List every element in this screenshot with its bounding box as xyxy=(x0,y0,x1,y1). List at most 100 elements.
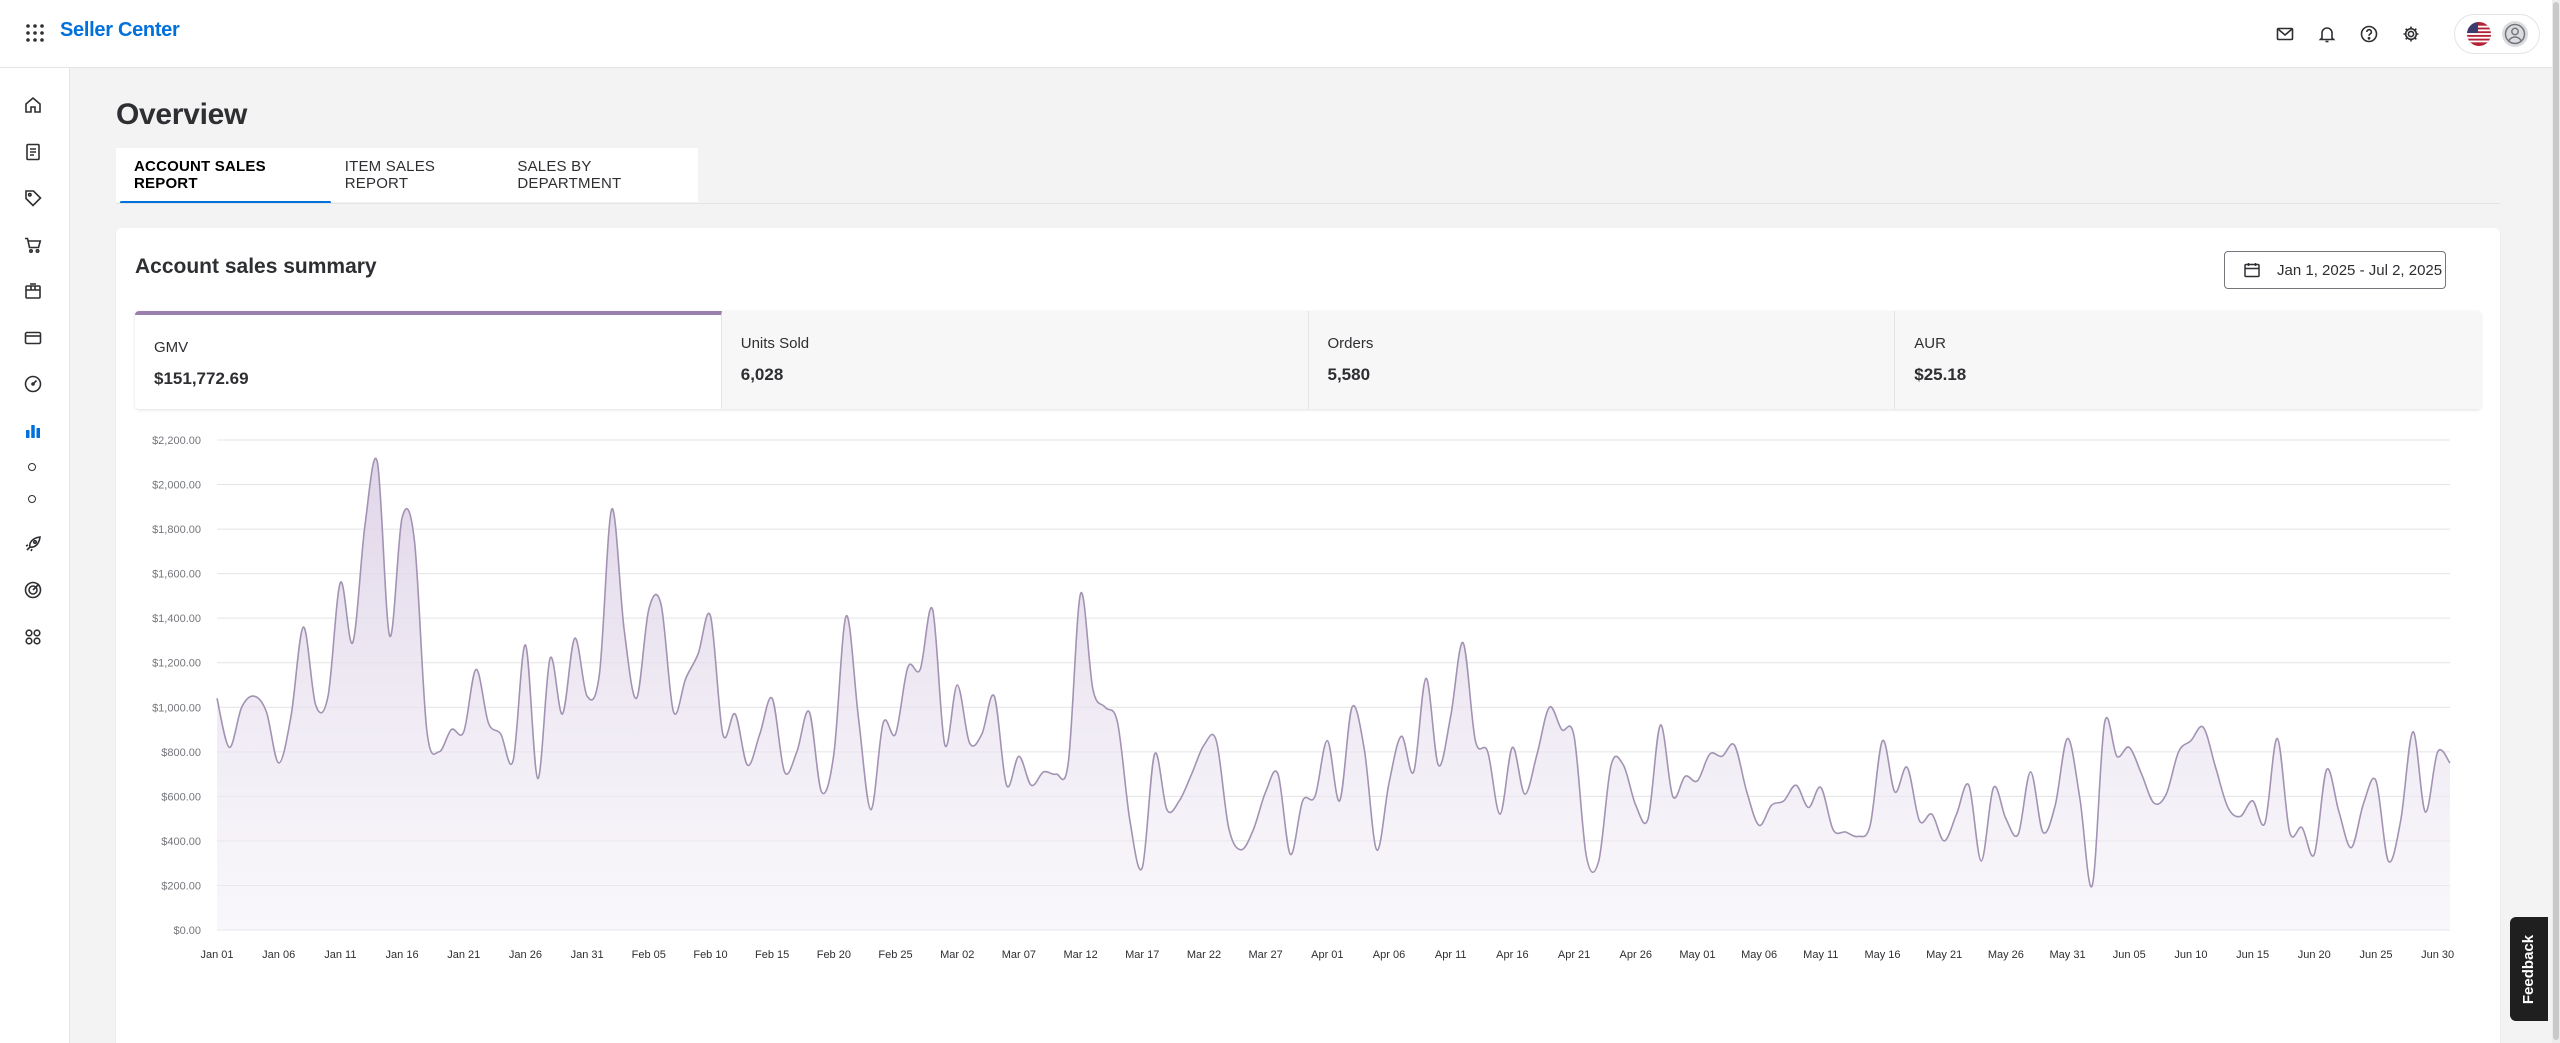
mail-icon[interactable] xyxy=(2264,14,2306,54)
y-tick-label: $1,800.00 xyxy=(152,524,201,536)
sub-nav-item[interactable] xyxy=(28,463,36,471)
x-tick-label: Jan 06 xyxy=(262,949,295,961)
y-tick-label: $1,000.00 xyxy=(152,702,201,714)
x-tick-label: Mar 12 xyxy=(1063,949,1097,961)
date-range-picker[interactable]: Jan 1, 2025 - Jul 2, 2025 xyxy=(2224,251,2446,289)
x-tick-label: May 06 xyxy=(1741,949,1777,961)
account-menu[interactable] xyxy=(2454,14,2540,54)
tag-icon[interactable] xyxy=(20,185,46,211)
user-avatar-icon xyxy=(2501,21,2528,47)
x-tick-label: Mar 27 xyxy=(1249,949,1283,961)
x-tick-label: Jan 16 xyxy=(386,949,419,961)
x-tick-label: Feb 20 xyxy=(817,949,851,961)
y-tick-label: $0.00 xyxy=(173,925,201,937)
x-tick-label: May 16 xyxy=(1864,949,1900,961)
x-tick-label: Apr 21 xyxy=(1558,949,1590,961)
metric-label: Units Sold xyxy=(740,335,810,352)
tab-sales-by-department[interactable]: SALES BY DEPARTMENT xyxy=(503,148,698,202)
tab-item-sales-report[interactable]: ITEM SALES REPORT xyxy=(331,148,504,202)
x-tick-label: Mar 02 xyxy=(940,949,974,961)
x-tick-label: Mar 22 xyxy=(1187,949,1221,961)
x-tick-label: Jan 21 xyxy=(447,949,480,961)
y-tick-label: $800.00 xyxy=(161,747,201,759)
x-tick-label: May 26 xyxy=(1988,949,2024,961)
x-tick-label: Jan 26 xyxy=(509,949,542,961)
brand-logo[interactable]: Seller Center xyxy=(60,19,180,42)
metric-tile-units-sold[interactable]: Units Sold 6,028 xyxy=(721,311,1309,409)
card-icon[interactable] xyxy=(20,325,46,351)
summary-title: Account sales summary xyxy=(135,255,377,278)
account-sales-summary-card: Account sales summary Jan 1, 2025 - Jul … xyxy=(116,228,2500,1043)
x-tick-label: Jun 10 xyxy=(2174,949,2207,961)
page-title: Overview xyxy=(116,98,248,131)
cart-icon[interactable] xyxy=(20,232,46,258)
metric-label: GMV xyxy=(154,339,189,356)
tabs-divider xyxy=(116,203,2500,204)
x-tick-label: Jan 31 xyxy=(571,949,604,961)
x-tick-label: Feb 10 xyxy=(693,949,727,961)
x-tick-label: Feb 15 xyxy=(755,949,789,961)
x-tick-label: Jun 15 xyxy=(2236,949,2269,961)
x-tick-label: May 31 xyxy=(2050,949,2086,961)
gmv-area-chart[interactable]: $0.00 $200.00 $400.00 $600.00 $800.00 $1,000.… xyxy=(116,423,2500,983)
box-icon[interactable] xyxy=(20,278,46,304)
x-tick-label: May 21 xyxy=(1926,949,1962,961)
y-axis-ticks: $0.00 $200.00 $400.00 $600.00 $800.00 $1,000.… xyxy=(152,435,201,937)
rocket-icon[interactable] xyxy=(20,531,46,557)
top-header: Seller Center xyxy=(0,0,2552,68)
metric-tile-aur[interactable]: AUR $25.18 xyxy=(1895,311,2481,409)
tab-account-sales-report[interactable]: ACCOUNT SALES REPORT xyxy=(116,148,331,204)
x-tick-label: May 11 xyxy=(1803,949,1838,961)
x-tick-label: Jan 11 xyxy=(324,949,356,961)
header-actions xyxy=(2264,14,2552,54)
metric-tile-gmv[interactable]: GMV $151,772.69 xyxy=(135,311,722,409)
date-range-label: Jan 1, 2025 - Jul 2, 2025 xyxy=(2277,261,2443,279)
x-tick-label: Mar 07 xyxy=(1002,949,1036,961)
page-scrollbar[interactable] xyxy=(2552,0,2560,1043)
metric-value: 5,580 xyxy=(1327,365,1371,384)
x-tick-label: Jun 20 xyxy=(2298,949,2331,961)
x-tick-label: Apr 11 xyxy=(1435,949,1467,961)
y-tick-label: $1,400.00 xyxy=(152,613,201,625)
x-tick-label: Jun 30 xyxy=(2421,949,2454,961)
x-axis-ticks: Jan 01 Jan 06 Jan 11 Jan 16 Jan 21 Jan 26 Jan … xyxy=(200,949,2454,961)
metric-tile-orders[interactable]: Orders 5,580 xyxy=(1308,311,1896,409)
x-tick-label: Mar 17 xyxy=(1125,949,1159,961)
document-icon[interactable] xyxy=(20,139,46,165)
x-tick-label: Apr 06 xyxy=(1373,949,1405,961)
x-tick-label: Apr 16 xyxy=(1496,949,1528,961)
x-tick-label: Feb 05 xyxy=(632,949,666,961)
metric-label: AUR xyxy=(1914,335,1946,352)
x-tick-label: Apr 26 xyxy=(1620,949,1652,961)
analytics-icon[interactable] xyxy=(20,418,46,444)
scrollbar-thumb[interactable] xyxy=(2553,2,2559,1040)
y-tick-label: $2,200.00 xyxy=(152,435,201,447)
x-tick-label: May 01 xyxy=(1679,949,1715,961)
bell-icon[interactable] xyxy=(2306,14,2348,54)
y-tick-label: $1,200.00 xyxy=(152,658,201,670)
x-tick-label: Jun 05 xyxy=(2113,949,2146,961)
apps-grid-icon[interactable] xyxy=(20,624,46,650)
help-icon[interactable] xyxy=(2348,14,2390,54)
report-tabs: ACCOUNT SALES REPORT ITEM SALES REPORT S… xyxy=(116,148,698,204)
y-tick-label: $200.00 xyxy=(161,880,201,892)
home-icon[interactable] xyxy=(20,92,46,118)
feedback-button[interactable]: Feedback xyxy=(2510,917,2548,1021)
sidebar xyxy=(0,68,70,1043)
gear-icon[interactable] xyxy=(2390,14,2432,54)
target-icon[interactable] xyxy=(20,577,46,603)
metric-tiles: GMV $151,772.69 Units Sold 6,028 Orders … xyxy=(135,311,2481,409)
metric-label: Orders xyxy=(1327,335,1374,352)
metric-value: 6,028 xyxy=(740,365,784,384)
us-flag-icon xyxy=(2466,22,2491,46)
y-tick-label: $1,600.00 xyxy=(152,569,201,581)
y-tick-label: $600.00 xyxy=(161,791,201,803)
x-tick-label: Apr 01 xyxy=(1311,949,1343,961)
y-tick-label: $2,000.00 xyxy=(152,480,201,492)
x-tick-label: Jun 25 xyxy=(2359,949,2392,961)
calendar-icon xyxy=(2243,261,2261,279)
sub-nav-item[interactable] xyxy=(28,495,36,503)
app-launcher-icon[interactable] xyxy=(24,22,46,44)
metric-value: $151,772.69 xyxy=(154,369,249,388)
gauge-icon[interactable] xyxy=(20,371,46,397)
